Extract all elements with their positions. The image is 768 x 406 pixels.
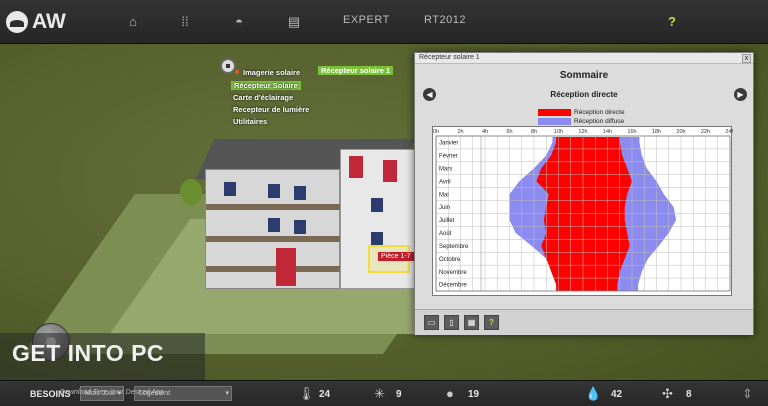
heatmap-svg: 0h 2h 4h 6h 8h 10h 12h 14h 16h 18h 20h 22h 24h Janvie… bbox=[433, 129, 733, 292]
balcony bbox=[206, 266, 341, 272]
menu-item-utilitaires[interactable]: Utilitaires bbox=[233, 117, 267, 126]
nav-rt2012[interactable]: RT2012 bbox=[424, 14, 466, 26]
balcony bbox=[206, 236, 341, 242]
window-heading: Sommaire bbox=[559, 70, 609, 81]
stat-water: 42 bbox=[611, 389, 623, 400]
nav-expert[interactable]: EXPERT bbox=[343, 14, 390, 26]
window bbox=[268, 218, 280, 232]
help-icon[interactable]: ? bbox=[665, 15, 679, 29]
red-wall-panel bbox=[276, 248, 296, 286]
legend-label-diffuse: Réception diffuse bbox=[574, 118, 625, 125]
month-label: Février bbox=[439, 154, 458, 160]
x-tick-label: 0h bbox=[433, 129, 439, 135]
red-wall-panel bbox=[383, 160, 397, 182]
window bbox=[371, 198, 383, 212]
window bbox=[294, 220, 306, 234]
tree bbox=[180, 179, 202, 205]
stat-ventilation: 8 bbox=[686, 389, 692, 400]
month-label: Septembre bbox=[439, 244, 469, 250]
window bbox=[268, 184, 280, 198]
month-label: Octobre bbox=[439, 257, 461, 263]
fan-icon: ✣ bbox=[662, 386, 673, 401]
x-tick-label: 2h bbox=[457, 129, 463, 135]
close-button[interactable]: x bbox=[742, 54, 751, 63]
room-label[interactable]: Pièce 1-7 bbox=[377, 251, 415, 262]
legend-swatch-diffuse bbox=[538, 118, 571, 125]
window bbox=[224, 182, 236, 196]
x-tick-label: 18h bbox=[652, 129, 661, 135]
export-icon[interactable]: ▦ bbox=[464, 315, 479, 330]
menu-item-carte-eclairage[interactable]: Carte d'éclairage bbox=[233, 93, 293, 102]
x-tick-label: 12h bbox=[578, 129, 587, 135]
menu-item-recepteur-lumiere[interactable]: Recepteur de lumière bbox=[233, 105, 309, 114]
logo-mark bbox=[6, 11, 28, 33]
month-label: Mai bbox=[439, 192, 449, 198]
print-icon[interactable]: ▭ bbox=[424, 315, 439, 330]
bulb-icon: ● bbox=[446, 386, 454, 401]
x-tick-label: 8h bbox=[531, 129, 537, 135]
menu-bullet-icon bbox=[235, 70, 239, 74]
balcony bbox=[206, 204, 341, 210]
month-label: Juin bbox=[439, 205, 450, 211]
window-titlebar[interactable]: Récepteur solaire 1 x bbox=[415, 53, 753, 64]
month-label: Avril bbox=[439, 179, 451, 185]
logo-text: AW bbox=[32, 10, 66, 33]
scroll-arrows-icon[interactable]: ⇕ bbox=[742, 386, 753, 402]
watermark-title: GET INTO PC bbox=[12, 340, 165, 366]
water-drop-icon: 💧 bbox=[585, 386, 602, 401]
window-toolbar: ▭ ▯ ▦ ? bbox=[415, 309, 753, 335]
help-icon[interactable]: ? bbox=[484, 315, 499, 330]
home-icon[interactable]: ⌂ bbox=[126, 15, 140, 29]
watermark-subtitle: Download Free Your Desired App bbox=[60, 389, 164, 396]
submenu-item-recepteur-solaire-1[interactable]: Récepteur solaire 1 bbox=[318, 66, 394, 75]
x-tick-label: 10h bbox=[554, 129, 563, 135]
x-tick-label: 4h bbox=[482, 129, 488, 135]
solar-heatmap-chart: 0h 2h 4h 6h 8h 10h 12h 14h 16h 18h 20h 22h 24h Janvie… bbox=[432, 126, 733, 296]
stat-temperature: 24 bbox=[319, 389, 331, 400]
stat-sun: 9 bbox=[396, 389, 402, 400]
sun-icon: ✳ bbox=[374, 386, 385, 401]
month-label: Janvier bbox=[439, 141, 458, 147]
menu-anchor-icon[interactable] bbox=[220, 58, 236, 74]
x-tick-label: 16h bbox=[627, 129, 636, 135]
month-label: Juillet bbox=[439, 218, 455, 224]
legend-swatch-direct bbox=[538, 109, 571, 116]
month-label: Août bbox=[439, 231, 452, 237]
series-band-1 bbox=[536, 137, 632, 291]
x-tick-label: 20h bbox=[676, 129, 685, 135]
grid-icon[interactable]: ⁞⁞ bbox=[178, 15, 192, 29]
window-subheading: Réception directe bbox=[550, 90, 618, 99]
window bbox=[371, 232, 383, 246]
x-tick-label: 6h bbox=[506, 129, 512, 135]
facade-left bbox=[205, 169, 341, 289]
app-logo[interactable]: AW bbox=[6, 6, 70, 38]
next-button[interactable]: ▶ bbox=[734, 88, 747, 101]
legend-item-diffuse: Réception diffuse bbox=[538, 117, 625, 126]
document-icon[interactable]: ▤ bbox=[287, 15, 301, 29]
chart-legend: Réception directe Réception diffuse bbox=[538, 108, 625, 126]
legend-label-direct: Réception directe bbox=[574, 109, 625, 116]
menu-item-recepteur-solaire[interactable]: Récepteur Solaire bbox=[231, 81, 301, 90]
x-tick-label: 14h bbox=[603, 129, 612, 135]
stat-light: 19 bbox=[468, 389, 480, 400]
month-label: Décembre bbox=[439, 283, 467, 289]
solar-receptor-window: Récepteur solaire 1 x Sommaire ◀ Récepti… bbox=[414, 52, 754, 335]
x-tick-label: 22h bbox=[701, 129, 710, 135]
chevron-down-icon: ▾ bbox=[225, 390, 229, 397]
x-tick-label: 24h bbox=[725, 129, 733, 135]
legend-item-direct: Réception directe bbox=[538, 108, 625, 117]
window-title: Récepteur solaire 1 bbox=[419, 54, 480, 61]
building-model[interactable] bbox=[195, 139, 415, 299]
lamp-icon[interactable]: ◓ bbox=[232, 15, 246, 29]
red-wall-panel bbox=[349, 156, 363, 178]
menu-item-imagerie-solaire[interactable]: Imagerie solaire bbox=[243, 68, 300, 77]
month-label: Novembre bbox=[439, 270, 467, 276]
month-label: Mars bbox=[439, 166, 452, 172]
thermometer-icon: 🌡 bbox=[298, 386, 315, 401]
top-toolbar: AW ⌂ ⁞⁞ ◓ ▤ EXPERT RT2012 ? bbox=[0, 0, 768, 44]
page-icon[interactable]: ▯ bbox=[444, 315, 459, 330]
window bbox=[294, 186, 306, 200]
